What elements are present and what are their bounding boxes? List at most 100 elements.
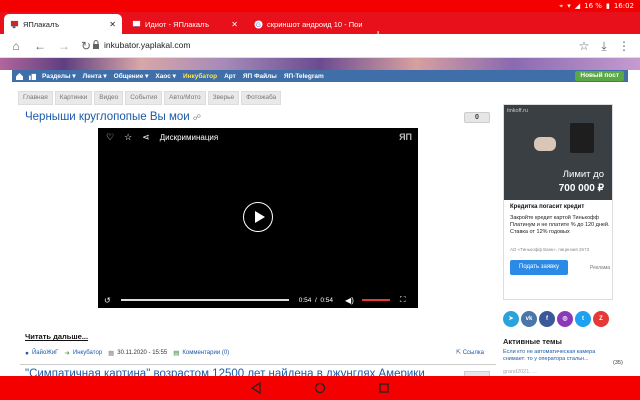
subtab-pictures[interactable]: Картинки <box>54 91 93 105</box>
heart-icon[interactable]: ♡ <box>106 132 114 143</box>
play-button[interactable] <box>243 202 273 232</box>
subtab-main[interactable]: Главная <box>18 91 53 105</box>
video-player[interactable]: ♡ ☆ ⋖ Дискриминация ЯП ↺ 0:54 / 0:54 ◀) … <box>98 128 418 308</box>
back-icon[interactable]: ← <box>32 38 48 54</box>
post-meta: ● ЙайоЖиГ ➜ Инкубатор ▦ 30.11.2020 - 15:… <box>25 349 235 358</box>
nav-art[interactable]: Арт <box>224 73 236 80</box>
share-icon[interactable]: ⋖ <box>142 132 150 143</box>
comments-link[interactable]: Комментарии (0) <box>182 350 229 356</box>
user-icon: ● <box>25 349 29 357</box>
social-icons: ➤ vk f ◎ t Z <box>503 311 609 327</box>
android-nav-bar <box>0 376 640 400</box>
sidebar-ad[interactable]: tinkoff.ru Лимит до 700 000 ₽ Кредитка п… <box>503 104 613 300</box>
browser-toolbar: ⌂ ← → ↻ inkubator.yaplakal.com ☆ ⤓ ⋮ <box>0 34 640 58</box>
bookmark-star-icon[interactable]: ☆ <box>576 38 592 54</box>
recents-nav-icon[interactable] <box>378 382 390 394</box>
star-icon[interactable]: ☆ <box>124 132 132 143</box>
topic-item[interactable]: Если кто не автоматическая камера снимае… <box>503 349 619 363</box>
tab-strip: ЯПлакалъ ✕ Идиот - ЯПлакалъ ✕ G скриншот… <box>0 12 640 42</box>
video-top-bar: ♡ ☆ ⋖ Дискриминация <box>98 128 418 146</box>
download-icon[interactable]: ⤓ <box>596 38 612 54</box>
instagram-icon[interactable]: ◎ <box>557 311 573 327</box>
payment-terminal-image <box>570 123 594 153</box>
vk-icon[interactable]: vk <box>521 311 537 327</box>
ad-legal: АО «Тинькофф Банк», лицензия 2673 <box>510 247 590 252</box>
nav-incubator[interactable]: Инкубатор <box>183 73 217 80</box>
menu-icon[interactable]: ⋮ <box>616 38 632 54</box>
signal-icon: ◢ <box>574 2 581 10</box>
ad-limit-line1: Лимит до <box>562 169 604 180</box>
main-content: Главная Картинки Видео События Авто/Мото… <box>12 82 628 400</box>
lock-icon <box>93 40 99 49</box>
battery-label: 16 % <box>584 2 602 10</box>
ad-apply-button[interactable]: Подать заявку <box>510 260 568 275</box>
nav-feed[interactable]: Лента ▾ <box>83 72 107 80</box>
nav-communication[interactable]: Общение ▾ <box>114 72 149 80</box>
nav-files[interactable]: ЯП Файлы <box>243 73 277 80</box>
ad-text: Закройте кредит картой Тинькофф Платинум… <box>510 215 610 235</box>
ad-headline: Кредитка погасит кредит <box>510 204 585 210</box>
close-tab-icon[interactable]: ✕ <box>231 20 238 29</box>
volume-icon[interactable]: ◀) <box>345 296 354 305</box>
permalink[interactable]: ⇱ Ссылка <box>456 349 484 356</box>
subtab-events[interactable]: События <box>125 91 163 105</box>
forward-icon[interactable]: → <box>56 38 72 54</box>
post-date: 30.11.2020 - 15:55 <box>117 350 168 356</box>
fullscreen-icon[interactable]: ⛶ <box>400 295 406 305</box>
active-topics-heading: Активные темы <box>503 337 562 346</box>
arrow-right-icon: ➜ <box>64 350 70 357</box>
hand-with-card-image <box>534 137 556 151</box>
ad-limit-line2: 700 000 ₽ <box>558 183 604 194</box>
topic-count: (35) <box>613 360 623 366</box>
topic-item[interactable]: grand2021, ... <box>503 369 619 376</box>
volume-slider[interactable] <box>361 299 390 301</box>
yaplakal-favicon-icon <box>10 20 19 28</box>
tab-yaplakal[interactable]: ЯПлакалъ ✕ <box>4 14 122 34</box>
telegram-icon[interactable]: ➤ <box>503 311 519 327</box>
home-nav-icon[interactable] <box>314 382 326 394</box>
tab-google-search[interactable]: G скриншот андроид 10 - Пои <box>248 14 368 34</box>
external-link-icon: ☍ <box>192 113 202 122</box>
section-link[interactable]: Инкубатор <box>73 350 102 356</box>
video-time: 0:54 / 0:54 <box>298 296 334 304</box>
site-nav: Разделы ▾ Лента ▾ Общение ▾ Хаос ▾ Инкуб… <box>12 70 628 82</box>
video-progress-bar[interactable] <box>120 299 289 301</box>
subtab-auto[interactable]: Авто/Мото <box>164 91 206 105</box>
close-tab-icon[interactable]: ✕ <box>109 20 116 29</box>
author-link[interactable]: ЙайоЖиГ <box>32 350 58 356</box>
home-icon[interactable] <box>16 72 23 80</box>
video-controls: ↺ 0:54 / 0:54 ◀) ⛶ <box>98 292 418 308</box>
video-progress-fill <box>120 299 289 301</box>
back-nav-icon[interactable] <box>250 382 262 394</box>
replay-icon[interactable]: ↺ <box>104 296 111 305</box>
nav-telegram[interactable]: ЯП-Telegram <box>284 73 324 80</box>
read-more-link[interactable]: Читать дальше... <box>25 332 88 341</box>
tab-idiot[interactable]: Идиот - ЯПлакалъ ✕ <box>126 14 244 34</box>
yaplakal-icon[interactable]: Z <box>593 311 609 327</box>
new-post-button[interactable]: Новый пост <box>575 71 624 81</box>
post-divider <box>20 364 496 365</box>
nav-chaos[interactable]: Хаос ▾ <box>155 72 176 80</box>
twitter-icon[interactable]: t <box>575 311 591 327</box>
home-icon[interactable]: ⌂ <box>8 38 24 54</box>
status-icons: ⌖ ▾ ◢ 16 % ▮ 16:02 <box>559 0 634 12</box>
url-field[interactable]: inkubator.yaplakal.com <box>104 40 190 50</box>
android-screen: ⌖ ▾ ◢ 16 % ▮ 16:02 ЯПлакалъ ✕ Идиот - ЯП… <box>0 0 640 400</box>
rating-badge[interactable]: 0 <box>464 112 490 123</box>
link-icon: ⇱ <box>456 350 463 356</box>
google-favicon-icon: G <box>254 19 263 28</box>
nav-sections[interactable]: Разделы ▾ <box>42 72 76 80</box>
subnav: Главная Картинки Видео События Авто/Мото… <box>18 91 282 105</box>
topic-title: grand2021, ... <box>503 369 537 375</box>
facebook-icon[interactable]: f <box>539 311 555 327</box>
ad-brand: tinkoff.ru <box>507 108 528 114</box>
post-title-text: Черныши круглопопые Вы мои <box>25 111 190 123</box>
post-title[interactable]: Черныши круглопопые Вы мои ☍ <box>25 111 201 123</box>
subtab-animals[interactable]: Зверье <box>207 91 240 105</box>
like-icon[interactable] <box>29 73 36 80</box>
video-duration: 0:54 <box>320 296 334 304</box>
subtab-video[interactable]: Видео <box>94 91 124 105</box>
subtab-photoshop[interactable]: Фотожаба <box>241 91 282 105</box>
yaplakal-favicon-icon <box>132 20 141 28</box>
location-icon: ⌖ <box>559 1 564 10</box>
